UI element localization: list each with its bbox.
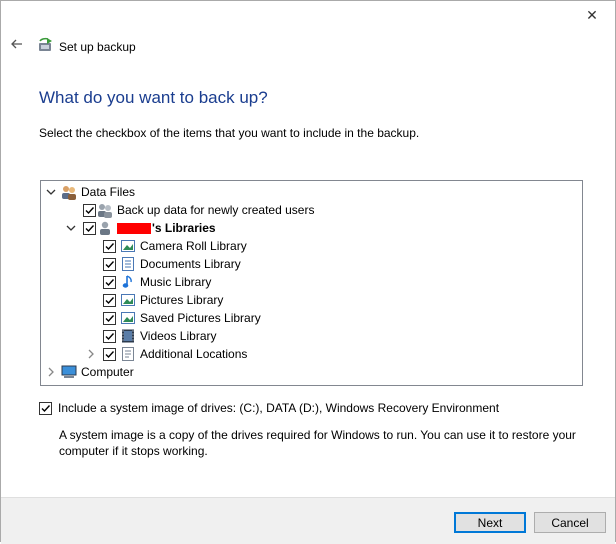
wizard-title: Set up backup <box>59 40 136 54</box>
instruction-text: Select the checkbox of the items that yo… <box>39 126 420 140</box>
tree-node-library[interactable]: Pictures Library <box>103 291 223 309</box>
checkbox[interactable] <box>103 239 116 253</box>
tree-node-library[interactable]: Videos Library <box>103 327 217 345</box>
tree-label: Additional Locations <box>140 347 248 361</box>
system-image-checkbox[interactable] <box>39 401 52 415</box>
tree-label: Saved Pictures Library <box>140 311 261 325</box>
chevron-right-icon[interactable] <box>85 348 97 360</box>
tree-node-computer[interactable]: Computer <box>45 363 134 381</box>
checkbox[interactable] <box>83 203 96 217</box>
tree-node-additional-locations[interactable]: Additional Locations <box>85 345 247 363</box>
chevron-right-icon[interactable] <box>45 366 57 378</box>
tree-label: Computer <box>81 365 134 379</box>
checkbox[interactable] <box>103 257 116 271</box>
system-image-label: Include a system image of drives: (C:), … <box>58 401 500 415</box>
tree-node-data-files[interactable]: Data Files <box>45 183 135 201</box>
chevron-down-icon[interactable] <box>65 222 77 234</box>
wizard-footer: Next Cancel <box>1 497 615 544</box>
video-library-icon <box>120 328 136 344</box>
back-arrow-icon[interactable] <box>7 34 27 54</box>
tree-node-user-libraries[interactable]: 's Libraries <box>65 219 216 237</box>
checkbox[interactable] <box>103 293 116 307</box>
tree-node-library[interactable]: Saved Pictures Library <box>103 309 261 327</box>
page-heading: What do you want to back up? <box>39 88 268 107</box>
tree-label: Videos Library <box>140 329 217 343</box>
next-button[interactable]: Next <box>454 512 526 533</box>
user-icon <box>97 220 113 236</box>
checkbox[interactable] <box>83 221 96 235</box>
redacted-username <box>117 222 151 234</box>
backup-items-tree[interactable]: Data Files Back up data for newly create… <box>40 180 583 386</box>
backup-wizard-window: ✕ Set up backup What do you want to back… <box>0 0 616 544</box>
tree-label: Documents Library <box>140 257 241 271</box>
tree-label: Back up data for newly created users <box>117 203 315 217</box>
users-icon <box>61 184 77 200</box>
backup-icon <box>39 37 52 51</box>
users-icon <box>97 202 113 218</box>
checkbox[interactable] <box>103 347 116 361</box>
image-library-icon <box>120 238 136 254</box>
tree-node-library[interactable]: Music Library <box>103 273 211 291</box>
close-button[interactable]: ✕ <box>569 1 615 30</box>
system-image-option[interactable]: Include a system image of drives: (C:), … <box>39 401 499 415</box>
computer-icon <box>61 364 77 380</box>
system-image-description: A system image is a copy of the drives r… <box>59 428 576 458</box>
image-library-icon <box>120 292 136 308</box>
tree-label: Music Library <box>140 275 212 289</box>
tree-label: Data Files <box>81 185 136 199</box>
tree-label: Pictures Library <box>140 293 224 307</box>
checkbox[interactable] <box>103 275 116 289</box>
music-library-icon <box>120 274 136 290</box>
document-icon <box>120 346 136 362</box>
tree-node-library[interactable]: Documents Library <box>103 255 241 273</box>
image-library-icon <box>120 310 136 326</box>
cancel-button[interactable]: Cancel <box>534 512 606 533</box>
close-icon: ✕ <box>586 7 598 24</box>
tree-node-library[interactable]: Camera Roll Library <box>103 237 247 255</box>
chevron-down-icon[interactable] <box>45 186 57 198</box>
document-library-icon <box>120 256 136 272</box>
tree-label: Camera Roll Library <box>140 239 247 253</box>
tree-node-new-users[interactable]: Back up data for newly created users <box>83 201 314 219</box>
tree-label: 's Libraries <box>152 221 216 235</box>
wizard-header: Set up backup <box>1 31 615 63</box>
checkbox[interactable] <box>103 329 116 343</box>
checkbox[interactable] <box>103 311 116 325</box>
